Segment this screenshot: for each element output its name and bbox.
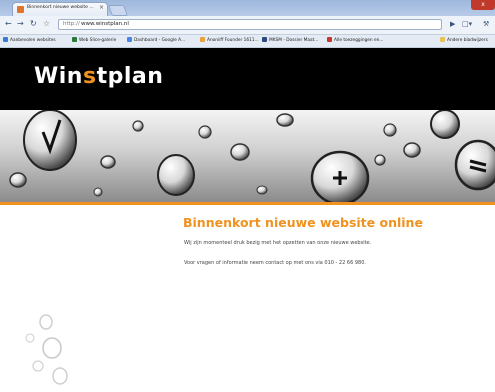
folder-icon [440,37,445,42]
url-scheme: http:// [63,21,80,27]
water-drops-illustration [9,110,495,202]
title-bar: Binnenkort nieuwe website ... × x [0,0,495,16]
bookmark-item[interactable]: Alle toezeggingen en... [327,37,384,45]
contact-paragraph: Voor vragen of informatie neem contact o… [184,260,366,266]
wrench-icon[interactable]: ⚒ [483,20,489,29]
page-menu-icon[interactable]: □▾ [462,20,472,29]
play-icon[interactable]: ▶ [450,20,455,29]
page-viewport: Winstplan Binnenkort nieuwe website onli… [0,48,495,392]
bookmarks-bar: Aanbevolen websites Web Slice-galerie Da… [0,35,495,48]
drops-decoration [25,314,68,385]
reload-icon[interactable]: ↻ [30,19,37,29]
bookmark-icon [127,37,132,42]
star-icon[interactable]: ☆ [43,19,50,29]
browser-tab[interactable]: Binnenkort nieuwe website ... × [12,2,108,16]
bookmark-icon [327,37,332,42]
address-bar[interactable]: http:// www.winstplan.nl [58,19,442,30]
bookmark-icon [200,37,205,42]
browser-toolbar: ← → ↻ ☆ http:// www.winstplan.nl ▶ □▾ ⚒ [0,16,495,35]
new-tab-button[interactable] [107,5,129,16]
bookmark-item[interactable]: Anoniiff Founder 1611... [200,37,259,45]
favicon-icon [17,6,24,13]
back-arrow-icon[interactable]: ← [5,19,12,29]
page-heading: Binnenkort nieuwe website online [183,215,423,230]
bookmark-icon [72,37,77,42]
bookmark-item[interactable]: Web Slice-galerie [72,37,116,45]
tab-close-button[interactable]: × [99,4,104,12]
intro-paragraph: Wij zijn momenteel druk bezig met het op… [184,240,372,246]
bookmark-icon [3,37,8,42]
accent-divider [0,202,495,205]
forward-arrow-icon[interactable]: → [17,19,24,29]
banner-image [0,110,495,202]
tab-title: Binnenkort nieuwe website ... [27,5,94,10]
site-header: Winstplan [0,48,495,110]
window-close-button[interactable]: x [471,0,495,10]
bookmark-icon [262,37,267,42]
bookmark-item[interactable]: Dashboard - Google A... [127,37,185,45]
bookmark-item[interactable]: MKSM - Dossier Maat... [262,37,318,45]
bookmark-item[interactable]: Andere bladwijzers [440,37,488,45]
url-host: www.winstplan.nl [81,21,129,27]
site-logo[interactable]: Winstplan [34,64,163,89]
bookmark-item[interactable]: Aanbevolen websites [3,37,56,45]
